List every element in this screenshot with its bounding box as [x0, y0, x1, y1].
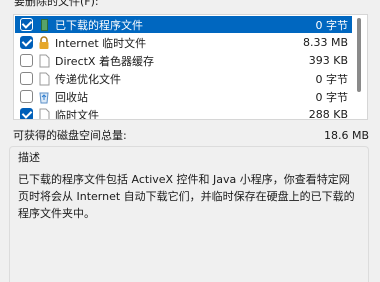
list-item-label: DirectX 着色器缓存	[55, 54, 154, 68]
recycle-bin-icon	[37, 90, 51, 104]
list-item-temporary-files[interactable]: 临时文件 288 KB	[15, 106, 352, 120]
description-title: 描述	[18, 151, 40, 164]
disk-space-gain-label: 可获得的磁盘空间总量:	[13, 129, 127, 142]
list-item-label: 临时文件	[55, 108, 99, 120]
list-item-label: 回收站	[55, 90, 88, 104]
list-item-recycle-bin[interactable]: 回收站 0 字节	[15, 88, 352, 105]
checkbox[interactable]	[20, 90, 33, 103]
list-item-label: 传递优化文件	[55, 72, 121, 86]
folder-icon	[37, 18, 51, 32]
list-item-size: 0 字节	[315, 18, 349, 32]
checkbox[interactable]	[20, 54, 33, 67]
list-item-directx-shader-cache[interactable]: DirectX 着色器缓存 393 KB	[15, 52, 352, 69]
files-to-delete-label: 要删除的文件(F):	[14, 0, 99, 8]
list-item-downloaded-program-files[interactable]: 已下载的程序文件 0 字节	[15, 16, 352, 33]
list-item-delivery-optimization-files[interactable]: 传递优化文件 0 字节	[15, 70, 352, 87]
list-item-size: 0 字节	[315, 90, 349, 104]
checkbox[interactable]	[20, 18, 33, 31]
checkbox[interactable]	[20, 72, 33, 85]
scrollbar-thumb[interactable]	[357, 18, 361, 92]
file-icon	[37, 72, 51, 86]
file-icon	[37, 54, 51, 68]
file-icon	[37, 108, 51, 119]
disk-space-gain-value: 18.6 MB	[323, 128, 369, 142]
list-item-size: 0 字节	[315, 72, 349, 86]
checkbox[interactable]	[20, 108, 33, 119]
files-list[interactable]: 已下载的程序文件 0 字节 Internet 临时文件 8.33 MB Dire…	[13, 14, 368, 120]
list-item-label: 已下载的程序文件	[55, 18, 143, 32]
list-item-internet-temp-files[interactable]: Internet 临时文件 8.33 MB	[15, 34, 352, 51]
list-item-size: 393 KB	[308, 54, 348, 67]
description-text: 已下载的程序文件包括 ActiveX 控件和 Java 小程序，你查看特定网页时…	[18, 173, 355, 220]
list-scrollbar[interactable]	[352, 16, 366, 118]
lock-icon	[37, 35, 51, 50]
description-group: 描述 已下载的程序文件包括 ActiveX 控件和 Java 小程序，你查看特定…	[9, 146, 369, 282]
checkbox[interactable]	[20, 36, 33, 49]
list-item-size: 288 KB	[308, 108, 348, 120]
disk-space-gain-row: 可获得的磁盘空间总量: 18.6 MB	[13, 128, 369, 143]
list-item-label: Internet 临时文件	[55, 36, 147, 50]
list-item-size: 8.33 MB	[302, 36, 348, 49]
